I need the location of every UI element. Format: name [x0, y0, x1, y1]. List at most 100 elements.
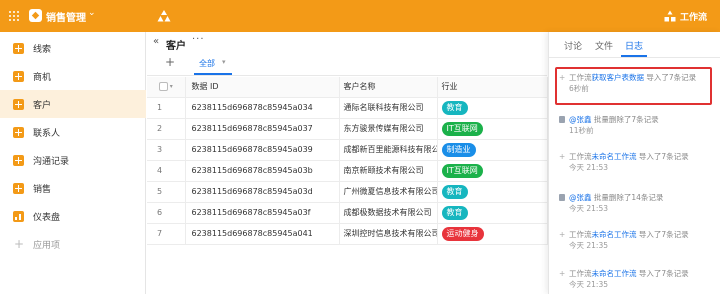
sidebar-item-customers[interactable]: 客户	[0, 90, 146, 118]
log-link[interactable]: @张鑫	[569, 115, 592, 124]
table-row[interactable]: 2 6238115d696878c85945a037 东方骏景传媒有限公司 IT互联网	[147, 118, 548, 140]
plus-square-icon	[13, 182, 24, 194]
log-text: 批量删除了7条记录	[591, 115, 659, 124]
log-prefix: 工作流	[569, 73, 592, 82]
plus-square-icon	[13, 154, 24, 166]
data-id-cell: 6238115d696878c85945a034	[185, 97, 340, 119]
log-entry: + 工作流未命名工作流 导入了7条记录 今天 21:53	[559, 151, 719, 173]
customer-name-cell: 深圳控时信息技术有限公司	[339, 223, 438, 245]
tab-files[interactable]: 文件	[595, 39, 613, 52]
add-view-button[interactable]: +	[165, 55, 175, 69]
industry-tag: 运动健身	[441, 226, 484, 241]
log-text: 导入了7条记录	[644, 73, 697, 82]
workflow-icon[interactable]	[664, 10, 676, 22]
sidebar-item-sales[interactable]: 销售	[0, 174, 146, 202]
row-index: 4	[147, 160, 186, 182]
plus-icon: +	[559, 152, 566, 161]
industry-cell: 制造业	[437, 139, 548, 161]
log-entry: @张鑫 批量删除了14条记录 今天 21:53	[559, 192, 719, 214]
column-header[interactable]: 数据 ID	[185, 77, 340, 98]
add-app-item-button[interactable]: + 应用项	[0, 230, 146, 258]
customer-name-cell: 成都极数据技术有限公司	[339, 202, 438, 224]
log-link[interactable]: @张鑫	[569, 193, 592, 202]
trash-icon	[559, 194, 565, 201]
log-link[interactable]: 未命名工作流	[592, 269, 637, 278]
data-id-cell: 6238115d696878c85945a037	[185, 118, 340, 140]
industry-cell: 教育	[437, 202, 548, 224]
data-table: ▾ 数据 ID 客户名称 行业 1 6238115d696878c85945a03…	[147, 77, 548, 245]
tab-discussion[interactable]: 讨论	[564, 39, 582, 52]
log-entry: + 工作流获取客户表数据 导入了7条记录 6秒前	[559, 72, 719, 94]
row-index: 1	[147, 97, 186, 119]
more-options-icon[interactable]: ···	[192, 34, 205, 45]
column-header[interactable]: 客户名称	[339, 77, 438, 98]
sidebar-item-label: 仪表盘	[33, 212, 61, 223]
row-index: 2	[147, 118, 186, 140]
log-link[interactable]: 获取客户表数据	[592, 73, 645, 82]
column-header[interactable]: 行业	[437, 77, 548, 98]
trash-icon	[559, 116, 565, 123]
log-link[interactable]: 未命名工作流	[592, 230, 637, 239]
table-row[interactable]: 6 6238115d696878c85945a03f 成都极数据技术有限公司 教育	[147, 202, 548, 224]
industry-tag: 教育	[441, 100, 468, 115]
sidebar-item-label: 商机	[33, 72, 52, 83]
log-prefix: 工作流	[569, 230, 592, 239]
sidebar-item-label: 沟通记录	[33, 156, 70, 167]
table-row[interactable]: 1 6238115d696878c85945a034 通际名联科技有限公司 教育	[147, 97, 548, 119]
log-entry: + 工作流未命名工作流 导入了7条记录 今天 21:35	[559, 229, 719, 251]
data-id-cell: 6238115d696878c85945a039	[185, 139, 340, 161]
app-grid-icon[interactable]	[9, 11, 19, 21]
plus-square-icon	[13, 126, 24, 138]
log-text: 导入了7条记录	[636, 269, 689, 278]
log-time: 今天 21:53	[569, 204, 608, 213]
row-index: 7	[147, 223, 186, 245]
sidebar-item-label: 销售	[33, 184, 52, 195]
industry-tag: 教育	[441, 184, 468, 199]
top-bar: 销售管理 ⌄ 工作流	[0, 0, 720, 32]
sidebar-item-label: 客户	[33, 100, 52, 111]
customer-name-cell: 南京新颐技术有限公司	[339, 160, 438, 182]
sidebar-item-label: 线索	[33, 44, 52, 55]
industry-cell: 教育	[437, 97, 548, 119]
table-row[interactable]: 4 6238115d696878c85945a03b 南京新颐技术有限公司 IT互联网	[147, 160, 548, 182]
industry-tag: 教育	[441, 205, 468, 220]
select-all-checkbox[interactable]: ▾	[147, 77, 186, 98]
data-id-cell: 6238115d696878c85945a03f	[185, 202, 340, 224]
data-id-cell: 6238115d696878c85945a03d	[185, 181, 340, 203]
add-app-item-label: 应用项	[33, 240, 61, 251]
triangle-shapes-icon[interactable]	[157, 9, 171, 23]
table-row[interactable]: 7 6238115d696878c85945a041 深圳控时信息技术有限公司 运动健…	[147, 223, 548, 245]
chevron-down-icon[interactable]: ▾	[222, 58, 226, 66]
workflow-button[interactable]: 工作流	[680, 10, 707, 23]
divider	[549, 57, 720, 58]
log-time: 11秒前	[569, 126, 594, 135]
table-row[interactable]: 5 6238115d696878c85945a03d 广州微夏信息技术有限公司 教育	[147, 181, 548, 203]
plus-icon: +	[559, 269, 566, 278]
industry-cell: 运动健身	[437, 223, 548, 245]
sidebar-item-communications[interactable]: 沟通记录	[0, 146, 146, 174]
activity-panel: 讨论 文件 日志 + 工作流获取客户表数据 导入了7条记录 6秒前 @张鑫 批量删除了…	[548, 32, 720, 294]
industry-tag: IT互联网	[441, 121, 483, 136]
collapse-sidebar-icon[interactable]: «	[153, 36, 159, 47]
industry-cell: IT互联网	[437, 118, 548, 140]
tab-logs[interactable]: 日志	[625, 39, 643, 52]
sidebar-item-leads[interactable]: 线索	[0, 34, 146, 62]
industry-tag: IT互联网	[441, 163, 483, 178]
app-title[interactable]: 销售管理	[46, 9, 86, 24]
row-index: 5	[147, 181, 186, 203]
log-entry: @张鑫 批量删除了7条记录 11秒前	[559, 114, 719, 136]
sidebar-item-opportunities[interactable]: 商机	[0, 62, 146, 90]
table-row[interactable]: 36238115d696878c85945a039成都新百里能源科技有限公司制造…	[147, 139, 548, 161]
row-index: 6	[147, 202, 186, 224]
log-time: 今天 21:53	[569, 163, 608, 172]
log-time: 今天 21:35	[569, 280, 608, 289]
log-text: 导入了7条记录	[636, 230, 689, 239]
customer-name-cell: 通际名联科技有限公司	[339, 97, 438, 119]
log-link[interactable]: 未命名工作流	[592, 152, 637, 161]
sidebar: 线索 商机 客户 联系人 沟通记录 销售 仪表盘 + 应用项	[0, 32, 146, 294]
customer-name-cell: 广州微夏信息技术有限公司	[339, 181, 438, 203]
tab-all[interactable]: 全部	[199, 58, 215, 69]
sidebar-item-contacts[interactable]: 联系人	[0, 118, 146, 146]
sidebar-item-dashboard[interactable]: 仪表盘	[0, 202, 146, 230]
chevron-down-icon[interactable]: ⌄	[88, 8, 96, 18]
